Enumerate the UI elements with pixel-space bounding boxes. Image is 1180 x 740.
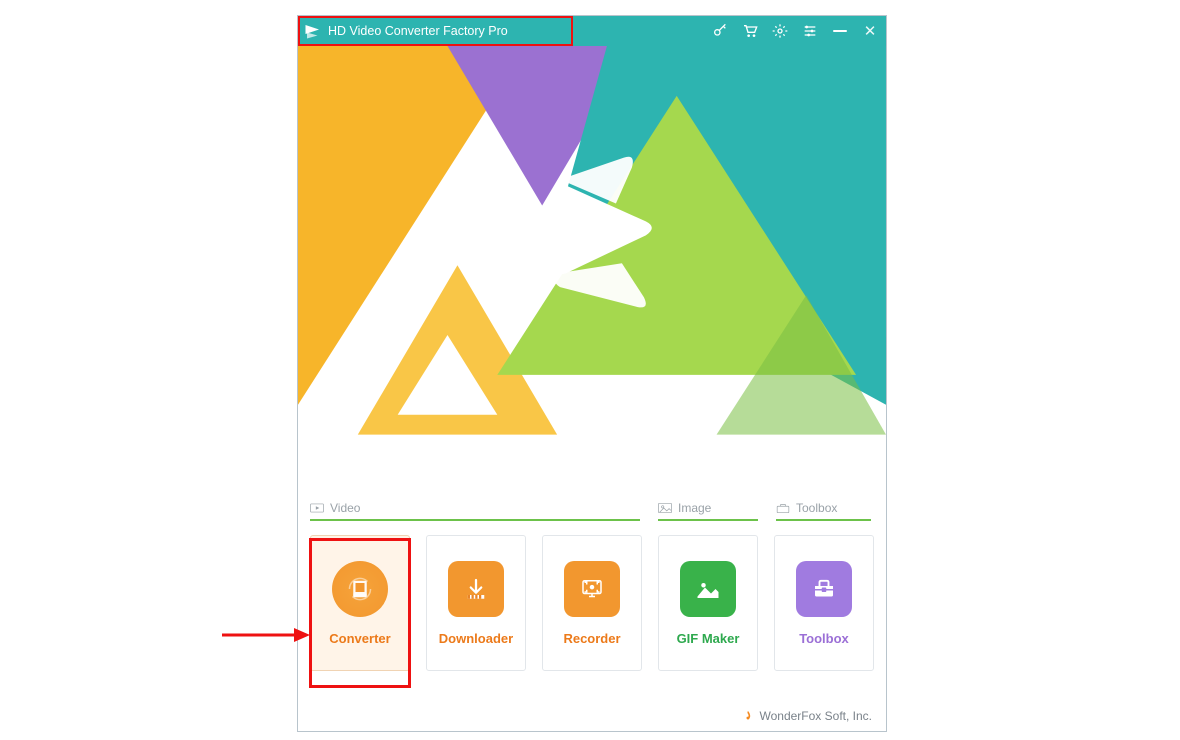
category-image: Image xyxy=(658,501,758,521)
app-title: HD Video Converter Factory Pro xyxy=(328,24,508,38)
gifmaker-card[interactable]: GIF Maker xyxy=(658,535,758,671)
category-toolbox: Toolbox xyxy=(776,501,871,521)
category-toolbox-label: Toolbox xyxy=(796,501,837,515)
minimize-button[interactable] xyxy=(832,23,848,39)
key-icon[interactable] xyxy=(712,23,728,39)
cards-row: Converter Downloader Recorder GIF Maker xyxy=(298,521,886,671)
toolbox-small-icon xyxy=(776,502,790,514)
video-small-icon xyxy=(310,502,324,514)
gifmaker-label: GIF Maker xyxy=(677,631,740,646)
recorder-card[interactable]: Recorder xyxy=(542,535,642,671)
converter-label: Converter xyxy=(329,631,390,646)
converter-card[interactable]: Converter xyxy=(310,535,410,671)
downloader-icon xyxy=(448,561,504,617)
category-image-label: Image xyxy=(678,501,711,515)
app-logo-icon xyxy=(304,22,322,40)
converter-icon xyxy=(332,561,388,617)
image-small-icon xyxy=(658,502,672,514)
settings-icon[interactable] xyxy=(772,23,788,39)
footer-text: WonderFox Soft, Inc. xyxy=(760,709,873,723)
app-window: HD Video Converter Factory Pro ✕ xyxy=(297,15,887,732)
recorder-label: Recorder xyxy=(563,631,620,646)
category-video: Video xyxy=(310,501,640,521)
wonderfox-logo-icon xyxy=(742,710,754,722)
downloader-label: Downloader xyxy=(439,631,513,646)
options-icon[interactable] xyxy=(802,23,818,39)
close-button[interactable]: ✕ xyxy=(862,23,878,39)
toolbox-card[interactable]: Toolbox xyxy=(774,535,874,671)
toolbox-icon xyxy=(796,561,852,617)
downloader-card[interactable]: Downloader xyxy=(426,535,526,671)
category-row: Video Image Toolbox xyxy=(298,491,886,521)
toolbox-label: Toolbox xyxy=(799,631,849,646)
hero-artwork xyxy=(298,46,886,491)
gifmaker-icon xyxy=(680,561,736,617)
category-video-label: Video xyxy=(330,501,360,515)
cart-icon[interactable] xyxy=(742,23,758,39)
footer: WonderFox Soft, Inc. xyxy=(298,701,886,731)
recorder-icon xyxy=(564,561,620,617)
titlebar: HD Video Converter Factory Pro ✕ xyxy=(298,16,886,46)
